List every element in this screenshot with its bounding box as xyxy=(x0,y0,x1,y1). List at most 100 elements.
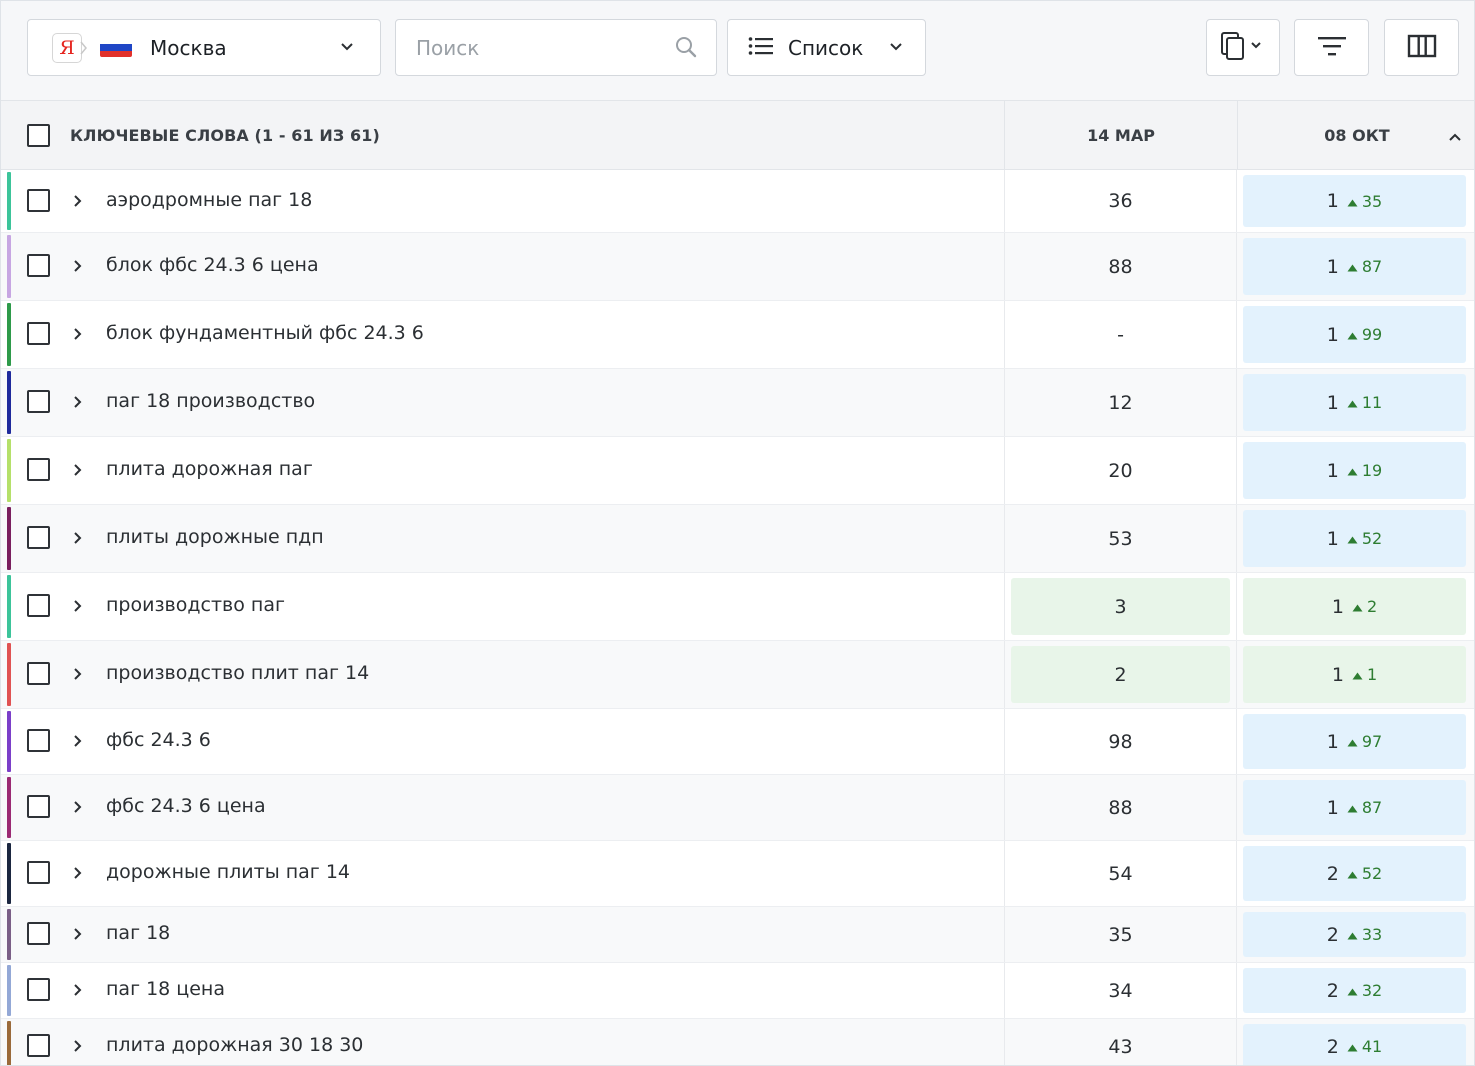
table-row[interactable]: плиты дорожные пдп 53 1 52 xyxy=(1,505,1474,573)
table-row[interactable]: производство паг 3 1 2 xyxy=(1,573,1474,641)
row-checkbox[interactable] xyxy=(27,254,50,277)
chevron-right-icon[interactable] xyxy=(71,926,85,946)
columns-button[interactable] xyxy=(1384,19,1459,76)
table-row[interactable]: блок фбс 24.3 6 цена 88 1 87 xyxy=(1,233,1474,301)
row-checkbox[interactable] xyxy=(27,189,50,212)
position-delta: 19 xyxy=(1361,461,1383,480)
position-value: 1 xyxy=(1326,459,1339,482)
chevron-right-icon[interactable] xyxy=(71,394,85,414)
chevron-right-icon[interactable] xyxy=(71,598,85,618)
keyword-text[interactable]: фбс 24.3 6 цена xyxy=(106,795,266,817)
table-row[interactable]: фбс 24.3 6 98 1 97 xyxy=(1,709,1474,775)
table-row[interactable]: дорожные плиты паг 14 54 2 52 xyxy=(1,841,1474,907)
table-row[interactable]: паг 18 35 2 33 xyxy=(1,907,1474,963)
keyword-text[interactable]: дорожные плиты паг 14 xyxy=(106,861,350,883)
position-value: 3 xyxy=(1011,578,1230,635)
keyword-text[interactable]: фбс 24.3 6 xyxy=(106,729,211,751)
position-change: 87 xyxy=(1347,798,1382,817)
chevron-right-icon[interactable] xyxy=(71,982,85,1002)
arrow-up-icon xyxy=(1347,192,1358,211)
row-checkbox[interactable] xyxy=(27,729,50,752)
row-checkbox[interactable] xyxy=(27,861,50,884)
chevron-right-icon[interactable] xyxy=(71,462,85,482)
position-change: 33 xyxy=(1347,925,1382,944)
search-input[interactable] xyxy=(416,35,666,60)
position-value-box: 2 52 xyxy=(1243,846,1466,901)
row-checkbox[interactable] xyxy=(27,322,50,345)
list-icon xyxy=(748,36,774,60)
filter-button[interactable] xyxy=(1294,19,1369,76)
chevron-right-icon[interactable] xyxy=(71,733,85,753)
chevron-right-icon[interactable] xyxy=(71,258,85,278)
copy-button[interactable] xyxy=(1206,19,1280,76)
position-delta: 41 xyxy=(1361,1037,1383,1056)
chevron-right-icon[interactable] xyxy=(71,193,85,213)
table-row[interactable]: паг 18 цена 34 2 32 xyxy=(1,963,1474,1019)
keyword-color-marker xyxy=(7,909,11,960)
row-checkbox[interactable] xyxy=(27,526,50,549)
position-value: 88 xyxy=(1108,796,1133,819)
chevron-right-icon[interactable] xyxy=(71,865,85,885)
keyword-text[interactable]: аэродромные паг 18 xyxy=(106,189,312,211)
position-cell-prev: 98 xyxy=(1004,709,1237,774)
position-delta: 2 xyxy=(1366,597,1378,616)
position-value-box: 1 52 xyxy=(1243,510,1466,567)
position-value: 36 xyxy=(1108,190,1133,212)
keyword-text[interactable]: блок фбс 24.3 6 цена xyxy=(106,254,319,276)
chevron-right-icon[interactable] xyxy=(71,326,85,346)
position-cell-current: 2 32 xyxy=(1237,963,1474,1018)
search-icon[interactable] xyxy=(674,35,698,63)
chevron-right-icon[interactable] xyxy=(71,666,85,686)
table-row[interactable]: аэродромные паг 18 36 1 35 xyxy=(1,170,1474,233)
arrow-up-icon xyxy=(1347,257,1358,276)
date-column-header[interactable]: 08 ОКТ xyxy=(1237,101,1474,170)
keyword-text[interactable]: плиты дорожные пдп xyxy=(106,526,324,548)
position-value: 98 xyxy=(1108,730,1133,753)
chevron-right-icon[interactable] xyxy=(71,799,85,819)
keyword-text[interactable]: производство плит паг 14 xyxy=(106,662,369,684)
row-checkbox[interactable] xyxy=(27,390,50,413)
search-box[interactable] xyxy=(395,19,717,76)
keyword-text[interactable]: паг 18 производство xyxy=(106,390,315,412)
row-checkbox[interactable] xyxy=(27,458,50,481)
row-checkbox[interactable] xyxy=(27,1034,50,1057)
row-checkbox[interactable] xyxy=(27,795,50,818)
table-row[interactable]: фбс 24.3 6 цена 88 1 87 xyxy=(1,775,1474,841)
table-row[interactable]: паг 18 производство 12 1 11 xyxy=(1,369,1474,437)
chevron-down-icon xyxy=(889,39,903,58)
position-value: 2 xyxy=(1326,923,1339,946)
arrow-up-icon xyxy=(1347,393,1358,412)
select-all-checkbox[interactable] xyxy=(27,124,50,147)
region-selector[interactable]: Я Москва xyxy=(27,19,381,76)
position-value: 1 xyxy=(1326,796,1339,819)
position-cell-current: 11 xyxy=(1237,641,1474,708)
row-checkbox[interactable] xyxy=(27,978,50,1001)
keyword-text[interactable]: блок фундаментный фбс 24.3 6 xyxy=(106,322,424,344)
position-value-box: 2 32 xyxy=(1243,968,1466,1013)
chevron-right-icon[interactable] xyxy=(71,1038,85,1058)
view-mode-label: Список xyxy=(788,35,864,60)
row-checkbox[interactable] xyxy=(27,662,50,685)
position-delta: 87 xyxy=(1361,257,1383,276)
view-mode-selector[interactable]: Список xyxy=(727,19,926,76)
arrow-up-icon xyxy=(1347,981,1358,1000)
chevron-right-icon[interactable] xyxy=(71,530,85,550)
row-checkbox[interactable] xyxy=(27,594,50,617)
arrow-up-icon xyxy=(1352,597,1363,616)
keyword-text[interactable]: паг 18 цена xyxy=(106,978,225,1000)
table-row[interactable]: плита дорожная 30 18 30 43 2 41 xyxy=(1,1019,1474,1065)
table-row[interactable]: производство плит паг 14 2 1 1 xyxy=(1,641,1474,709)
position-delta: 35 xyxy=(1361,191,1383,211)
sort-asc-icon[interactable] xyxy=(1448,128,1462,147)
russia-flag-icon xyxy=(100,38,132,57)
table-row[interactable]: плита дорожная паг 20 1 19 xyxy=(1,437,1474,505)
keyword-text[interactable]: плита дорожная 30 18 30 xyxy=(106,1034,363,1056)
keyword-text[interactable]: производство паг xyxy=(106,594,285,616)
keyword-text[interactable]: плита дорожная паг xyxy=(106,458,313,480)
position-delta: 32 xyxy=(1361,981,1383,1000)
row-checkbox[interactable] xyxy=(27,922,50,945)
date-column-header[interactable]: 14 МАР xyxy=(1004,101,1237,170)
arrow-up-icon xyxy=(1347,798,1358,817)
keyword-text[interactable]: паг 18 xyxy=(106,922,170,944)
table-row[interactable]: блок фундаментный фбс 24.3 6 - 1 99 xyxy=(1,301,1474,369)
